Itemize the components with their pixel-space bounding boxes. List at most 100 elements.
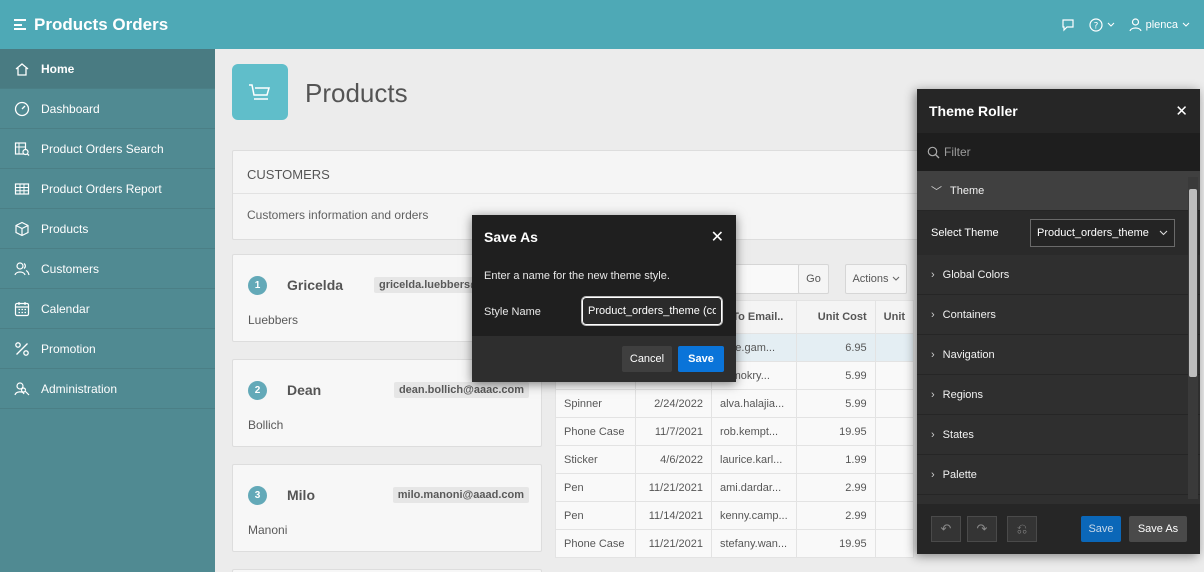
search-form-icon bbox=[13, 140, 31, 158]
section-states[interactable]: › States bbox=[917, 415, 1200, 455]
redo-icon[interactable]: ↷ bbox=[967, 516, 997, 542]
cart-icon bbox=[232, 64, 288, 120]
undo-icon[interactable]: ↶ bbox=[931, 516, 961, 542]
chevron-right-icon: › bbox=[931, 388, 935, 401]
section-global-colors[interactable]: › Global Colors bbox=[917, 255, 1200, 295]
customer-last-name: Bollich bbox=[248, 418, 284, 432]
customer-email-badge: milo.manoni@aaad.com bbox=[392, 487, 529, 503]
close-icon[interactable]: ✕ bbox=[1175, 102, 1188, 120]
sidebar-item-promotion[interactable]: Promotion bbox=[0, 329, 215, 369]
col-header-unit[interactable]: Unit bbox=[874, 300, 915, 334]
menu-toggle-icon[interactable] bbox=[14, 19, 26, 30]
user-icon bbox=[1128, 17, 1142, 31]
filter-input[interactable]: Filter bbox=[917, 133, 1200, 171]
customer-card[interactable]: 3 Milo milo.manoni@aaad.com Manoni bbox=[232, 464, 542, 552]
sidebar-item-products[interactable]: Products bbox=[0, 209, 215, 249]
app-title[interactable]: Products Orders bbox=[34, 15, 168, 35]
cell-cost: 19.95 bbox=[795, 529, 876, 558]
cell-unit bbox=[874, 333, 915, 362]
table-row[interactable]: Pen 11/21/2021 ami.dardar... 2.99 bbox=[555, 473, 915, 502]
cell-unit bbox=[874, 389, 915, 418]
cell-unit bbox=[874, 361, 915, 390]
section-palette[interactable]: › Palette bbox=[917, 455, 1200, 495]
cell-email: ami.dardar... bbox=[711, 473, 797, 502]
table-icon bbox=[13, 180, 31, 198]
cell-product: Sticker bbox=[555, 445, 636, 474]
selected-theme: Product_orders_theme bbox=[1037, 227, 1149, 239]
table-row[interactable]: Phone Case 11/7/2021 rob.kempt... 19.95 bbox=[555, 417, 915, 446]
cell-email: rob.kempt... bbox=[711, 417, 797, 446]
reset-icon[interactable]: ⎌ bbox=[1007, 516, 1037, 542]
page-title: Products bbox=[305, 78, 408, 108]
sidebar-item-dashboard[interactable]: Dashboard bbox=[0, 89, 215, 129]
sidebar-item-product-orders-search[interactable]: Product Orders Search bbox=[0, 129, 215, 169]
cancel-button[interactable]: Cancel bbox=[622, 346, 672, 372]
box-icon bbox=[13, 220, 31, 238]
theme-select[interactable]: Product_orders_theme bbox=[1030, 219, 1175, 247]
dialog-title: Save As bbox=[484, 229, 538, 245]
scrollbar[interactable] bbox=[1188, 177, 1198, 499]
section-label: Palette bbox=[942, 468, 977, 481]
sidebar-item-label: Dashboard bbox=[41, 101, 100, 116]
table-row[interactable]: Pen 11/14/2021 kenny.camp... 2.99 bbox=[555, 501, 915, 530]
cell-date: 11/21/2021 bbox=[635, 473, 712, 502]
cell-product: Pen bbox=[555, 501, 636, 530]
section-label: Containers bbox=[942, 308, 996, 321]
sidebar-item-home[interactable]: Home bbox=[0, 49, 215, 89]
actions-menu-button[interactable]: Actions bbox=[845, 264, 907, 294]
chat-icon[interactable] bbox=[1061, 18, 1075, 32]
table-row[interactable]: Phone Case 11/21/2021 stefany.wan... 19.… bbox=[555, 529, 915, 558]
percent-icon bbox=[13, 340, 31, 358]
cell-email: kenny.camp... bbox=[711, 501, 797, 530]
chevron-down-icon bbox=[892, 276, 899, 281]
cell-date: 4/6/2022 bbox=[635, 445, 712, 474]
cell-cost: 5.99 bbox=[795, 389, 876, 418]
cell-email: alva.halajia... bbox=[711, 389, 797, 418]
cell-unit bbox=[874, 417, 915, 446]
user-menu[interactable]: plenca bbox=[1128, 17, 1190, 32]
col-header-unit-cost[interactable]: Unit Cost bbox=[795, 300, 876, 334]
theme-roller-title: Theme Roller bbox=[929, 103, 1018, 119]
section-label: Global Colors bbox=[942, 268, 1010, 281]
section-containers[interactable]: › Containers bbox=[917, 295, 1200, 335]
sidebar-item-label: Calendar bbox=[41, 301, 90, 316]
sidebar-item-calendar[interactable]: Calendar bbox=[0, 289, 215, 329]
section-regions[interactable]: › Regions bbox=[917, 375, 1200, 415]
help-menu[interactable]: ? bbox=[1088, 17, 1115, 32]
sidebar-item-product-orders-report[interactable]: Product Orders Report bbox=[0, 169, 215, 209]
table-row[interactable]: Sticker 4/6/2022 laurice.karl... 1.99 bbox=[555, 445, 915, 474]
go-button[interactable]: Go bbox=[798, 264, 829, 294]
style-name-input[interactable] bbox=[581, 296, 723, 326]
sidebar-item-customers[interactable]: Customers bbox=[0, 249, 215, 289]
svg-text:?: ? bbox=[1093, 21, 1098, 31]
card-number-badge: 1 bbox=[248, 276, 267, 295]
theme-save-as-button[interactable]: Save As bbox=[1129, 516, 1187, 542]
cell-product: Pen bbox=[555, 473, 636, 502]
section-label: Regions bbox=[942, 388, 984, 401]
chevron-down-icon bbox=[1159, 230, 1168, 236]
chevron-down-icon bbox=[1182, 22, 1190, 27]
cell-cost: 2.99 bbox=[795, 501, 876, 530]
sidebar-item-label: Home bbox=[41, 61, 75, 76]
save-button[interactable]: Save bbox=[678, 346, 724, 372]
section-theme[interactable]: ﹀ Theme bbox=[917, 171, 1200, 211]
cell-email: stefany.wan... bbox=[711, 529, 797, 558]
dialog-message: Enter a name for the new theme style. bbox=[484, 270, 670, 282]
close-icon[interactable]: ✕ bbox=[711, 227, 724, 247]
cell-date: 11/7/2021 bbox=[635, 417, 712, 446]
sidebar-item-administration[interactable]: Administration bbox=[0, 369, 215, 409]
select-theme-label: Select Theme bbox=[931, 227, 999, 239]
section-label: States bbox=[942, 428, 974, 441]
sidebar-item-label: Administration bbox=[41, 381, 118, 396]
sidebar-item-label: Customers bbox=[41, 261, 100, 276]
table-row[interactable]: Spinner 2/24/2022 alva.halajia... 5.99 bbox=[555, 389, 915, 418]
cell-unit bbox=[874, 445, 915, 474]
scrollbar-thumb[interactable] bbox=[1189, 189, 1197, 377]
users-icon bbox=[13, 260, 31, 278]
filter-placeholder: Filter bbox=[944, 145, 971, 159]
cell-date: 2/24/2022 bbox=[635, 389, 712, 418]
chevron-right-icon: › bbox=[931, 348, 935, 361]
section-navigation[interactable]: › Navigation bbox=[917, 335, 1200, 375]
theme-save-button[interactable]: Save bbox=[1081, 516, 1121, 542]
theme-roller-panel: Theme Roller ✕ Filter ﹀ Theme Select The… bbox=[917, 89, 1200, 554]
